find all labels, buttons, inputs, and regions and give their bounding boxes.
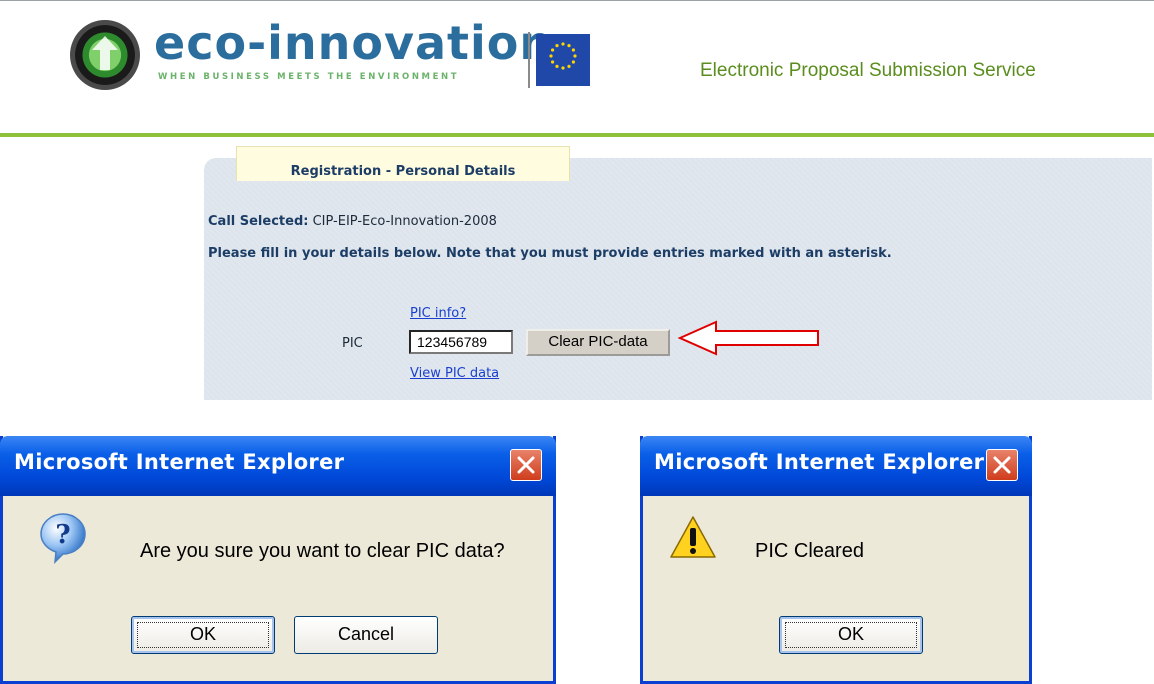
call-selected-line: Call Selected: CIP-EIP-Eco-Innovation-20… bbox=[208, 214, 497, 229]
dialog-titlebar: Microsoft Internet Explorer bbox=[640, 436, 1032, 496]
logo-tagline: WHEN BUSINESS MEETS THE ENVIRONMENT bbox=[158, 72, 460, 82]
dialog-title: Microsoft Internet Explorer bbox=[14, 450, 345, 474]
cancel-button[interactable]: Cancel bbox=[294, 616, 438, 654]
ok-button[interactable]: OK bbox=[779, 616, 923, 654]
header-divider bbox=[0, 133, 1154, 137]
call-selected-label: Call Selected: bbox=[208, 214, 309, 229]
dialog-title: Microsoft Internet Explorer bbox=[654, 450, 985, 474]
clear-pic-data-button[interactable]: Clear PIC-data bbox=[526, 329, 670, 356]
pic-input[interactable]: 123456789 bbox=[409, 330, 513, 354]
focus-ring bbox=[785, 622, 917, 648]
question-icon: ? bbox=[39, 512, 87, 565]
form-instruction: Please fill in your details below. Note … bbox=[208, 246, 892, 261]
eu-flag-icon bbox=[536, 34, 590, 86]
warning-icon bbox=[669, 514, 717, 560]
focus-ring bbox=[137, 622, 269, 648]
svg-text:?: ? bbox=[55, 520, 70, 550]
logo-wordmark: eco-innovation bbox=[154, 16, 554, 70]
logo-separator bbox=[528, 32, 530, 88]
ok-button[interactable]: OK bbox=[131, 616, 275, 654]
pic-label: PIC bbox=[342, 336, 363, 351]
confirm-dialog: Microsoft Internet Explorer ? Are you su… bbox=[0, 436, 556, 684]
service-title: Electronic Proposal Submission Service bbox=[700, 60, 1036, 81]
logo-globe-icon bbox=[70, 20, 140, 90]
confirm-message: Are you sure you want to clear PIC data? bbox=[140, 540, 505, 562]
close-icon[interactable] bbox=[510, 449, 542, 481]
call-selected-value: CIP-EIP-Eco-Innovation-2008 bbox=[312, 214, 497, 229]
top-divider bbox=[0, 0, 1154, 1]
registration-panel bbox=[204, 158, 1152, 400]
view-pic-data-link[interactable]: View PIC data bbox=[410, 366, 499, 381]
close-icon[interactable] bbox=[986, 449, 1018, 481]
annotation-arrow-icon bbox=[678, 320, 819, 356]
alert-dialog: Microsoft Internet Explorer PIC Cleared … bbox=[640, 436, 1032, 684]
eco-innovation-logo: eco-innovation WHEN BUSINESS MEETS THE E… bbox=[70, 14, 590, 96]
dialog-titlebar: Microsoft Internet Explorer bbox=[0, 436, 556, 496]
alert-message: PIC Cleared bbox=[755, 540, 864, 562]
pic-info-link[interactable]: PIC info? bbox=[410, 306, 466, 321]
tab-registration-personal-details[interactable]: Registration - Personal Details bbox=[236, 146, 570, 181]
